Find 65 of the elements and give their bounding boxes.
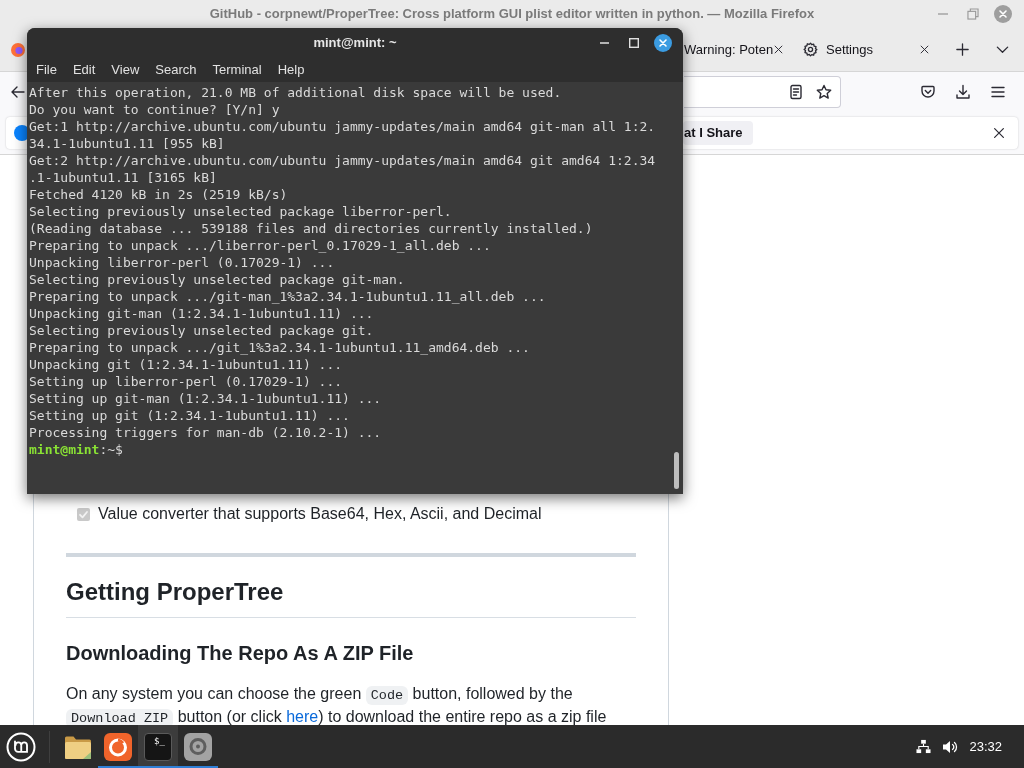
subsection-heading: Downloading The Repo As A ZIP File (66, 641, 415, 666)
task-item-text: Value converter that supports Base64, Hex, Ascii, and Decimal (98, 504, 542, 524)
menu-item[interactable]: Help (269, 58, 313, 82)
terminal-icon: $_ (144, 732, 172, 761)
close-icon[interactable] (992, 126, 1006, 140)
close-icon[interactable] (919, 44, 930, 55)
notification-button[interactable]: at I Share (683, 121, 753, 145)
browser-tab[interactable]: Warning: Poten (683, 31, 790, 68)
download-icon[interactable] (955, 84, 971, 100)
terminal-line: Preparing to unpack .../git-man_1%3a2.34.1-1ubuntu1.11_all.deb ... (29, 288, 546, 305)
menu-item[interactable]: Edit (64, 58, 104, 82)
browser-logo-icon[interactable] (11, 42, 25, 57)
pocket-icon[interactable] (920, 84, 936, 100)
menu-item[interactable]: Search (147, 58, 205, 82)
taskbar-launcher[interactable]: $_ (138, 725, 178, 768)
terminal-line: Preparing to unpack .../git_1%3a2.34.1-1ubuntu1.11_amd64.deb ... (29, 339, 530, 356)
tab-label: Settings (826, 40, 873, 59)
maximize-icon[interactable] (628, 38, 639, 48)
terminal-line: .1-1ubuntu1.11 [3165 kB] (29, 169, 217, 186)
terminal-line: Unpacking git (1:2.34.1-1ubuntu1.11) ... (29, 356, 343, 373)
terminal-line: Selecting previously unselected package liberror-perl. (29, 203, 452, 220)
volume-icon[interactable] (942, 738, 959, 755)
window-title: GitHub - corpnewt/ProperTree: Cross platform GUI plist editor written in python. — Mozilla Firefox (209, 5, 815, 24)
gear-icon (803, 42, 818, 57)
browser-tab[interactable]: Settings (795, 31, 940, 68)
text-link[interactable]: here (286, 708, 319, 725)
terminal-line: Setting up liberror-perl (0.17029-1) ... (29, 373, 343, 390)
close-icon[interactable] (653, 34, 672, 52)
terminal-line: Selecting previously unselected package git-man. (29, 271, 405, 288)
minimize-icon[interactable] (600, 39, 609, 47)
terminal-line: Preparing to unpack .../liberror-perl_0.17029-1_all.deb ... (29, 237, 491, 254)
checkbox[interactable] (77, 507, 90, 521)
terminal-line: (Reading database ... 539188 files and directories currently installed.) (29, 220, 593, 237)
back-arrow-icon[interactable] (10, 84, 26, 100)
terminal-line: Unpacking liberror-perl (0.17029-1) ... (29, 254, 335, 271)
terminal-line: After this operation, 21.0 MB of additional disk space will be used. (29, 84, 562, 101)
terminal-line: Get:1 http://archive.ubuntu.com/ubuntu jammy-updates/main amd64 git-man all 1:2. (29, 118, 656, 135)
terminal-line: Selecting previously unselected package git. (29, 322, 374, 339)
plus-icon[interactable] (954, 42, 970, 57)
close-icon[interactable] (773, 44, 785, 55)
terminal-line: 34.1-1ubuntu1.11 [955 kB] (29, 135, 225, 152)
terminal-line: Setting up git (1:2.34.1-1ubuntu1.11) ... (29, 407, 350, 424)
menu-item[interactable]: Terminal (204, 58, 270, 82)
menu-item[interactable]: View (103, 58, 148, 82)
start-menu-icon[interactable] (6, 731, 36, 762)
terminal-line: Unpacking git-man (1:2.34.1-1ubuntu1.11) ... (29, 305, 374, 322)
terminal-line: Do you want to continue? [Y/n] y (29, 101, 280, 118)
network-icon[interactable] (916, 739, 932, 754)
page-icon[interactable] (788, 84, 804, 100)
scrollbar-thumb[interactable] (674, 452, 679, 489)
menu-item[interactable]: File (28, 58, 65, 82)
terminal-line: Fetched 4120 kB in 2s (2519 kB/s) (29, 186, 288, 203)
terminal-prompt: mint@mint:~$ (29, 441, 123, 458)
tab-label: Warning: Poten (684, 40, 774, 59)
url-field[interactable] (684, 76, 841, 108)
terminal-line: Get:2 http://archive.ubuntu.com/ubuntu jammy-updates/main amd64 git amd64 1:2.34 (29, 152, 656, 169)
terminal-line: Setting up git-man (1:2.34.1-1ubuntu1.11) ... (29, 390, 382, 407)
browser-icon (104, 732, 132, 761)
menu-icon[interactable] (990, 84, 1006, 100)
ring-icon (184, 732, 212, 761)
section-heading: Getting ProperTree (66, 577, 285, 607)
terminal-title: mint@mint: ~ (313, 34, 397, 53)
clock[interactable]: 23:32 (969, 736, 1002, 757)
star-icon[interactable] (816, 84, 832, 100)
terminal-line: Processing triggers for man-db (2.10.2-1) ... (29, 424, 382, 441)
